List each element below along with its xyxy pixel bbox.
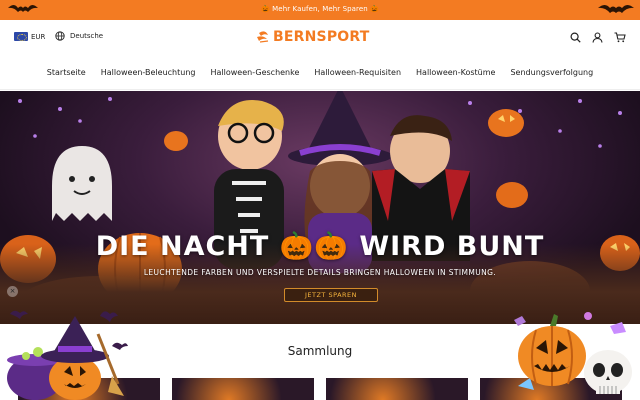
close-icon[interactable]: ×: [7, 286, 18, 297]
announcement-text: 🎃 Mehr Kaufen, Mehr Sparen 🎃: [261, 5, 379, 13]
logo-mark-icon: [257, 31, 269, 43]
hero-cta-button[interactable]: JETZT SPAREN: [284, 288, 378, 302]
globe-icon: [55, 31, 65, 41]
site-header: EUR Deutsche BERNSPORT: [0, 20, 640, 56]
witch-cauldron-decoration-icon: [7, 310, 128, 400]
hero-title: DIE NACHT 🎃🎃 WIRD BUNT: [95, 231, 545, 262]
eu-flag-icon: [14, 32, 28, 41]
language-selector[interactable]: Deutsche: [55, 31, 103, 41]
hero-subtitle: LEUCHTENDE FARBEN UND VERSPIELTE DETAILS…: [143, 268, 497, 277]
nav-item-startseite[interactable]: Startseite: [47, 68, 86, 77]
cart-icon[interactable]: [614, 32, 626, 43]
currency-label: EUR: [31, 32, 46, 41]
site-logo[interactable]: BERNSPORT: [256, 29, 369, 45]
collection-card[interactable]: [172, 378, 314, 400]
user-icon[interactable]: [592, 32, 603, 43]
currency-selector[interactable]: EUR: [14, 32, 45, 41]
nav-item-halloween-geschenke[interactable]: Halloween-Geschenke: [210, 68, 299, 77]
pumpkin-skull-decoration-icon: [514, 312, 632, 394]
collection-card[interactable]: [326, 378, 468, 400]
nav-item-halloween-requisiten[interactable]: Halloween-Requisiten: [314, 68, 401, 77]
nav-item-halloween-beleuchtung[interactable]: Halloween-Beleuchtung: [101, 68, 196, 77]
logo-text: BERNSPORT: [273, 29, 370, 45]
search-icon[interactable]: [570, 32, 581, 43]
announcement-bar: 🎃 Mehr Kaufen, Mehr Sparen 🎃: [0, 0, 640, 20]
main-navigation: Startseite Halloween-Beleuchtung Hallowe…: [0, 56, 640, 90]
header-actions: [570, 32, 626, 43]
nav-item-sendungsverfolgung[interactable]: Sendungsverfolgung: [510, 68, 593, 77]
nav-item-halloween-kostueme[interactable]: Halloween-Kostüme: [416, 68, 495, 77]
hero-banner[interactable]: DIE NACHT 🎃🎃 WIRD BUNT LEUCHTENDE FARBEN…: [0, 91, 640, 324]
language-label: Deutsche: [70, 32, 104, 40]
